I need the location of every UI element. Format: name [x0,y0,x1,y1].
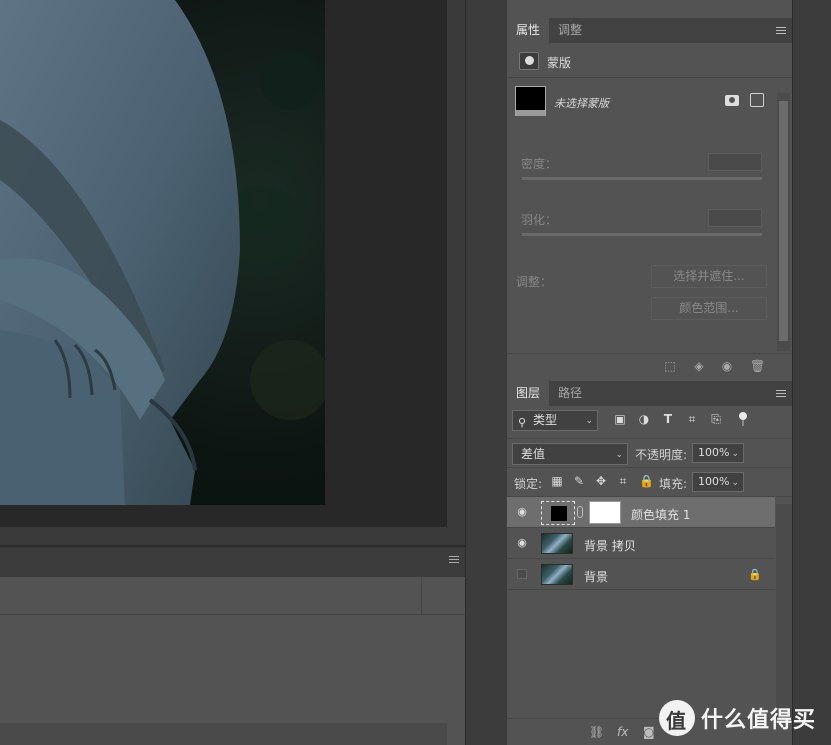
lock-transparent-icon[interactable]: ▦ [551,475,563,488]
mask-icon [519,52,539,70]
layer-mask-thumbnail[interactable] [589,501,621,524]
fx-icon[interactable]: fx [617,725,628,739]
right-dock-strip [792,0,831,745]
bottom-panel-footer [0,723,447,745]
blend-row: 差值 ⌄ 不透明度: 100% ⌄ [507,439,792,468]
layers-panel: 图层 路径 ⚲ 类型 ⌄ ▣ ◑ T ⌗ ⎘ 差值 ⌄ 不透明度: 100% ⌄… [507,381,792,745]
chevron-down-icon: ⌄ [585,416,593,426]
fill-label: 填充: [659,477,688,491]
layer-name[interactable]: 背景 拷贝 [584,537,636,554]
fill-layer-thumbnail[interactable] [541,501,575,525]
visibility-off-icon[interactable] [517,569,527,579]
lock-position-icon[interactable]: ✥ [595,475,607,488]
lock-label: 锁定: [514,477,543,491]
panel-menu-icon[interactable] [449,556,459,565]
select-and-mask-button[interactable]: 选择并遮住... [651,265,767,288]
watermark-text: 什么值得买 [701,708,817,733]
statue-photo [0,0,325,505]
trash-icon[interactable]: 🗑 [750,360,765,372]
properties-panel: 属性 调整 蒙版 未选择蒙版 密度： 羽化： 调整： 选择并遮住... 颜色范围… [507,18,792,378]
eye-icon[interactable]: ◉ [516,537,528,549]
layer-row-background[interactable]: 背景 🔒 [507,559,775,590]
layers-scrollbar[interactable] [776,504,792,718]
eye-icon[interactable]: ◉ [516,506,528,518]
layer-thumbnail[interactable] [541,533,573,554]
mask-title: 蒙版 [547,56,572,70]
adjust-label: 调整： [516,275,553,289]
density-slider[interactable] [522,177,762,180]
layer-thumbnail[interactable] [541,564,573,585]
bottom-panel [0,545,465,745]
apply-mask-icon[interactable]: ◈ [693,360,705,372]
tab-paths[interactable]: 路径 [549,381,591,406]
density-field[interactable] [708,153,762,171]
document-canvas-area[interactable] [0,0,465,545]
opacity-label: 不透明度: [635,448,688,462]
layer-name[interactable]: 背景 [584,568,608,585]
layers-menu-icon[interactable] [776,390,786,399]
properties-footer: ⬚ ◈ ◉ 🗑 [507,353,792,378]
pixel-mask-icon[interactable] [725,95,739,106]
filter-row: ⚲ 类型 ⌄ ▣ ◑ T ⌗ ⎘ [507,406,792,439]
filter-toggle[interactable] [739,412,747,426]
filter-kind-value: 类型 [533,413,558,427]
bottom-panel-tabbar [0,547,465,577]
mask-info-row: 未选择蒙版 [507,78,792,128]
document-image[interactable] [0,0,325,505]
link-icon[interactable]: ⛓ [589,725,604,739]
feather-slider[interactable] [522,233,762,236]
panel-gutter [465,0,507,745]
layer-row-background-copy[interactable]: ◉ 背景 拷贝 [507,528,775,559]
vector-mask-icon[interactable] [750,93,764,107]
chevron-down-icon: ⌄ [731,478,739,488]
layer-row-color-fill[interactable]: ◉ 颜色填充 1 [507,497,775,528]
properties-tabstrip: 属性 调整 [507,18,792,43]
load-selection-icon[interactable]: ⬚ [664,360,676,372]
fill-value: 100% [698,475,730,488]
visibility-icon[interactable]: ◉ [721,360,733,372]
lock-row: 锁定: ▦ ✎ ✥ ⌗ 🔒 填充: 100% ⌄ [507,468,792,497]
canvas-vertical-scrollbar[interactable] [447,0,465,545]
chevron-down-icon: ⌄ [615,450,623,460]
add-mask-icon[interactable]: ◙ [643,725,655,739]
search-icon: ⚲ [518,416,527,429]
properties-scrollbar[interactable] [777,93,790,351]
tab-layers[interactable]: 图层 [507,381,550,406]
canvas-horizontal-scrollbar[interactable] [0,527,447,545]
opacity-value: 100% [698,446,730,459]
mask-header: 蒙版 [507,43,792,78]
density-label: 密度： [521,157,558,171]
shape-filter-icon[interactable]: ⌗ [686,413,698,426]
opacity-input[interactable]: 100% ⌄ [692,443,744,463]
link-icon[interactable] [577,506,583,518]
tab-properties[interactable]: 属性 [507,18,550,43]
lock-artboard-icon[interactable]: ⌗ [617,475,629,488]
filter-kind-select[interactable]: ⚲ 类型 ⌄ [512,410,598,431]
blend-mode-select[interactable]: 差值 ⌄ [512,443,628,465]
properties-body: 密度： 羽化： 调整： 选择并遮住... 颜色范围... [507,129,777,349]
feather-label: 羽化： [521,213,558,227]
smart-object-filter-icon[interactable]: ⎘ [710,413,722,426]
watermark: 什么值得买 [659,700,816,736]
fill-input[interactable]: 100% ⌄ [692,472,744,492]
lock-paint-icon[interactable]: ✎ [573,475,585,488]
layer-name[interactable]: 颜色填充 1 [631,506,690,523]
layers-tabstrip: 图层 路径 [507,381,792,406]
chevron-down-icon: ⌄ [731,449,739,459]
lock-all-icon[interactable]: 🔒 [639,475,654,488]
image-filter-icon[interactable]: ▣ [614,413,626,426]
type-filter-icon[interactable]: T [662,413,674,426]
properties-menu-icon[interactable] [776,27,786,36]
adjustment-filter-icon[interactable]: ◑ [638,413,650,426]
tab-adjustments[interactable]: 调整 [549,18,591,43]
color-range-button[interactable]: 颜色范围... [651,297,767,320]
bottom-panel-row [0,577,465,615]
mask-description: 未选择蒙版 [554,97,609,110]
mask-thumbnail [515,86,546,116]
feather-field[interactable] [708,209,762,227]
blend-mode-value: 差值 [521,447,546,461]
lock-icon: 🔒 [748,568,762,581]
watermark-logo [659,700,695,736]
